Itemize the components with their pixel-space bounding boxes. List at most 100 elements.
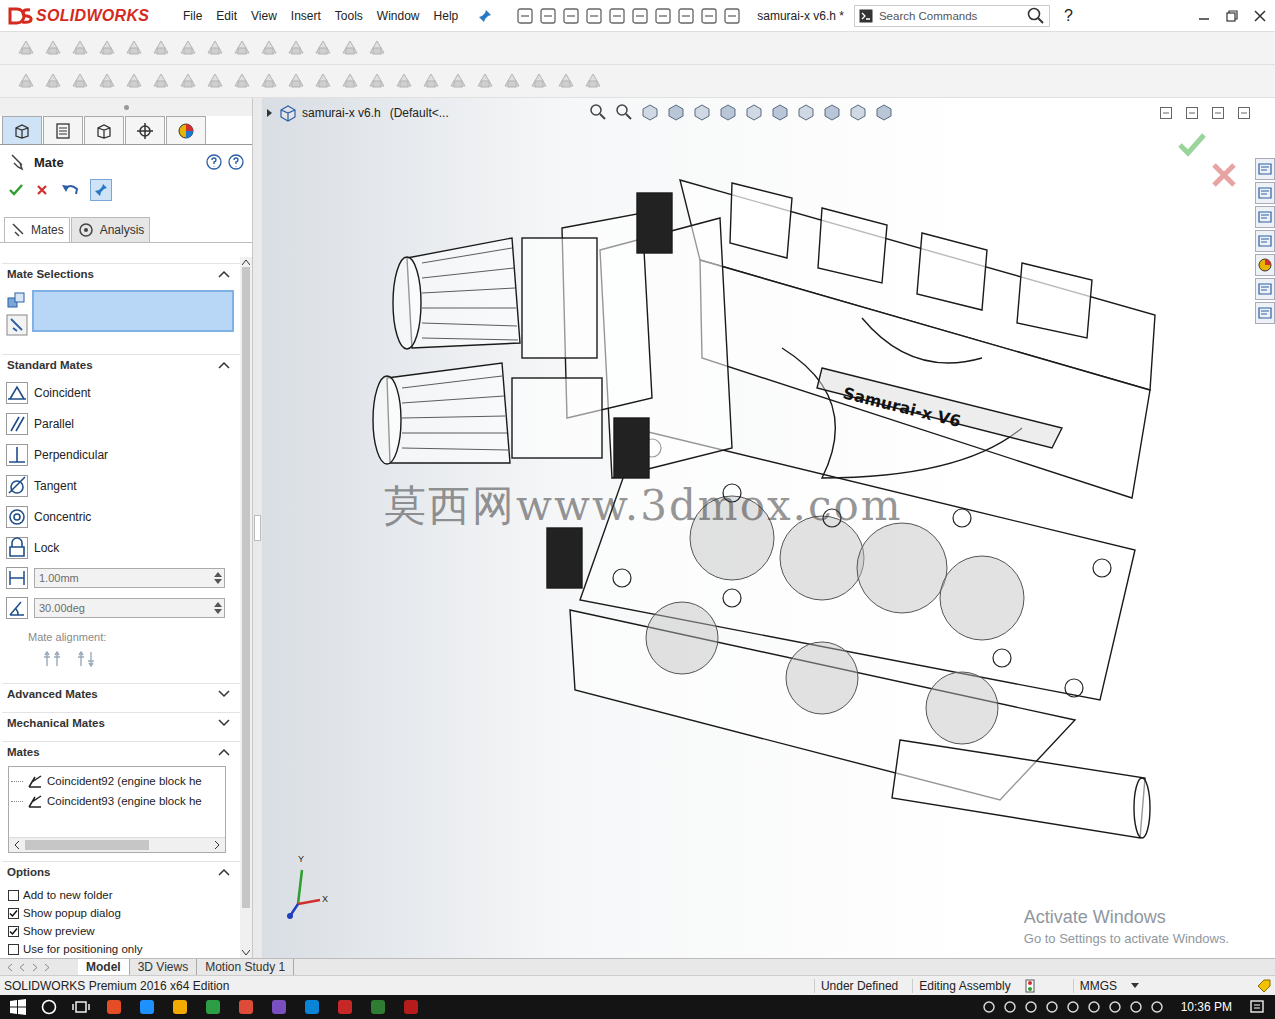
taskbar-app-icon[interactable] bbox=[171, 998, 189, 1016]
mate-tab[interactable]: Mates bbox=[4, 217, 70, 242]
task-pane-tab[interactable] bbox=[1255, 302, 1275, 324]
option-checkbox[interactable]: Show popup dialog bbox=[8, 904, 234, 922]
toolbar-button-icon[interactable] bbox=[677, 7, 695, 25]
search-commands[interactable]: Search Commands bbox=[854, 5, 1050, 27]
tab-scroll-icon[interactable] bbox=[42, 963, 51, 972]
menu-item[interactable]: View bbox=[251, 9, 277, 23]
taskbar-app-icon[interactable] bbox=[204, 998, 222, 1016]
tool-icon[interactable] bbox=[97, 71, 117, 91]
mate-type-button[interactable]: Lock bbox=[2, 532, 240, 563]
tray-icon[interactable] bbox=[1003, 1000, 1017, 1014]
tool-icon[interactable] bbox=[259, 71, 279, 91]
spinner[interactable] bbox=[214, 602, 222, 614]
breadcrumb[interactable]: samurai-x v6.h(Default<... bbox=[266, 104, 449, 122]
toolbar-button-icon[interactable] bbox=[608, 7, 626, 25]
horizontal-scrollbar[interactable] bbox=[9, 837, 225, 852]
mate-type-button[interactable]: Tangent bbox=[2, 470, 240, 501]
view-tool-icon[interactable] bbox=[692, 102, 712, 122]
section-header[interactable]: Standard Mates bbox=[2, 354, 240, 377]
tool-icon[interactable] bbox=[124, 38, 144, 58]
tool-icon[interactable] bbox=[205, 71, 225, 91]
pin-icon[interactable] bbox=[478, 9, 492, 23]
confirm-cancel-icon[interactable] bbox=[1211, 162, 1237, 188]
viewport-control-icon[interactable] bbox=[1237, 106, 1251, 120]
taskbar-app-icon[interactable] bbox=[105, 998, 123, 1016]
view-tool-icon[interactable] bbox=[614, 102, 634, 122]
task-pane-tab[interactable] bbox=[1255, 230, 1275, 252]
tool-icon[interactable] bbox=[313, 38, 333, 58]
viewport-control-icon[interactable] bbox=[1211, 106, 1225, 120]
task-view-icon[interactable] bbox=[72, 999, 90, 1015]
tool-icon[interactable] bbox=[502, 71, 522, 91]
tool-icon[interactable] bbox=[151, 38, 171, 58]
tool-icon[interactable] bbox=[70, 71, 90, 91]
mate-type-button[interactable]: Parallel bbox=[2, 408, 240, 439]
manager-tab[interactable] bbox=[125, 116, 165, 144]
manager-tab[interactable] bbox=[166, 116, 206, 144]
view-tool-icon[interactable] bbox=[874, 102, 894, 122]
tool-icon[interactable] bbox=[340, 71, 360, 91]
toolbar-button-icon[interactable] bbox=[700, 7, 718, 25]
taskbar-app-icon[interactable] bbox=[303, 998, 321, 1016]
tray-icon[interactable] bbox=[1066, 1000, 1080, 1014]
aligned-icon[interactable] bbox=[42, 649, 62, 669]
taskbar-app-icon[interactable] bbox=[369, 998, 387, 1016]
mate-list-item[interactable]: Coincident93 (engine block he bbox=[11, 791, 223, 811]
toolbar-button-icon[interactable] bbox=[562, 7, 580, 25]
help-icon[interactable] bbox=[206, 154, 222, 170]
search-icon[interactable] bbox=[1027, 7, 1045, 25]
viewport-control-icon[interactable] bbox=[1185, 106, 1199, 120]
toolbar-button-icon[interactable] bbox=[516, 7, 534, 25]
toolbar-button-icon[interactable] bbox=[654, 7, 672, 25]
tray-icon[interactable] bbox=[1024, 1000, 1038, 1014]
tool-icon[interactable] bbox=[367, 71, 387, 91]
view-tool-icon[interactable] bbox=[822, 102, 842, 122]
tray-icon[interactable] bbox=[1087, 1000, 1101, 1014]
status-units[interactable]: MMGS bbox=[1073, 979, 1123, 993]
document-tab[interactable]: 3D Views bbox=[130, 959, 197, 975]
units-dropdown-icon[interactable] bbox=[1131, 983, 1139, 989]
tool-icon[interactable] bbox=[367, 38, 387, 58]
tool-icon[interactable] bbox=[286, 38, 306, 58]
task-pane-tab[interactable] bbox=[1255, 158, 1275, 180]
tool-icon[interactable] bbox=[394, 71, 414, 91]
tool-icon[interactable] bbox=[151, 71, 171, 91]
section-header[interactable]: Advanced Mates bbox=[2, 683, 240, 706]
option-checkbox[interactable]: Use for positioning only bbox=[8, 940, 234, 958]
tab-scroll-icon[interactable] bbox=[30, 963, 39, 972]
mate-type-button[interactable]: Coincident bbox=[2, 377, 240, 408]
view-tool-icon[interactable] bbox=[718, 102, 738, 122]
ok-check-icon[interactable] bbox=[8, 182, 24, 198]
mate-list-item[interactable]: Coincident92 (engine block he bbox=[11, 771, 223, 791]
tool-icon[interactable] bbox=[16, 38, 36, 58]
help-icon[interactable] bbox=[228, 154, 244, 170]
clock[interactable]: 10:36 PM bbox=[1181, 1000, 1232, 1014]
task-pane-tab[interactable] bbox=[1255, 278, 1275, 300]
keep-visible-button[interactable] bbox=[90, 179, 112, 201]
toolbar-button-icon[interactable] bbox=[539, 7, 557, 25]
mate-tab[interactable]: Analysis bbox=[71, 217, 151, 242]
taskbar-app-icon[interactable] bbox=[270, 998, 288, 1016]
minimize-icon[interactable] bbox=[1197, 9, 1211, 23]
notifications-icon[interactable] bbox=[1249, 999, 1265, 1015]
document-tab[interactable]: Motion Study 1 bbox=[197, 959, 294, 975]
task-pane-tab[interactable] bbox=[1255, 254, 1275, 276]
section-header[interactable]: Mate Selections bbox=[2, 263, 240, 286]
tray-icon[interactable] bbox=[1129, 1000, 1143, 1014]
tray-icon[interactable] bbox=[982, 1000, 996, 1014]
view-tool-icon[interactable] bbox=[796, 102, 816, 122]
tool-icon[interactable] bbox=[232, 38, 252, 58]
tool-icon[interactable] bbox=[475, 71, 495, 91]
tool-icon[interactable] bbox=[97, 38, 117, 58]
task-pane-tab[interactable] bbox=[1255, 182, 1275, 204]
option-checkbox[interactable]: Show preview bbox=[8, 922, 234, 940]
tool-icon[interactable] bbox=[529, 71, 549, 91]
tool-icon[interactable] bbox=[583, 71, 603, 91]
tab-scroll-icon[interactable] bbox=[6, 963, 15, 972]
section-header[interactable]: Mechanical Mates bbox=[2, 712, 240, 735]
tool-icon[interactable] bbox=[178, 71, 198, 91]
panel-grip[interactable] bbox=[0, 98, 252, 116]
tool-icon[interactable] bbox=[259, 38, 279, 58]
value-field[interactable]: 30.00deg bbox=[34, 598, 225, 618]
tool-icon[interactable] bbox=[43, 71, 63, 91]
